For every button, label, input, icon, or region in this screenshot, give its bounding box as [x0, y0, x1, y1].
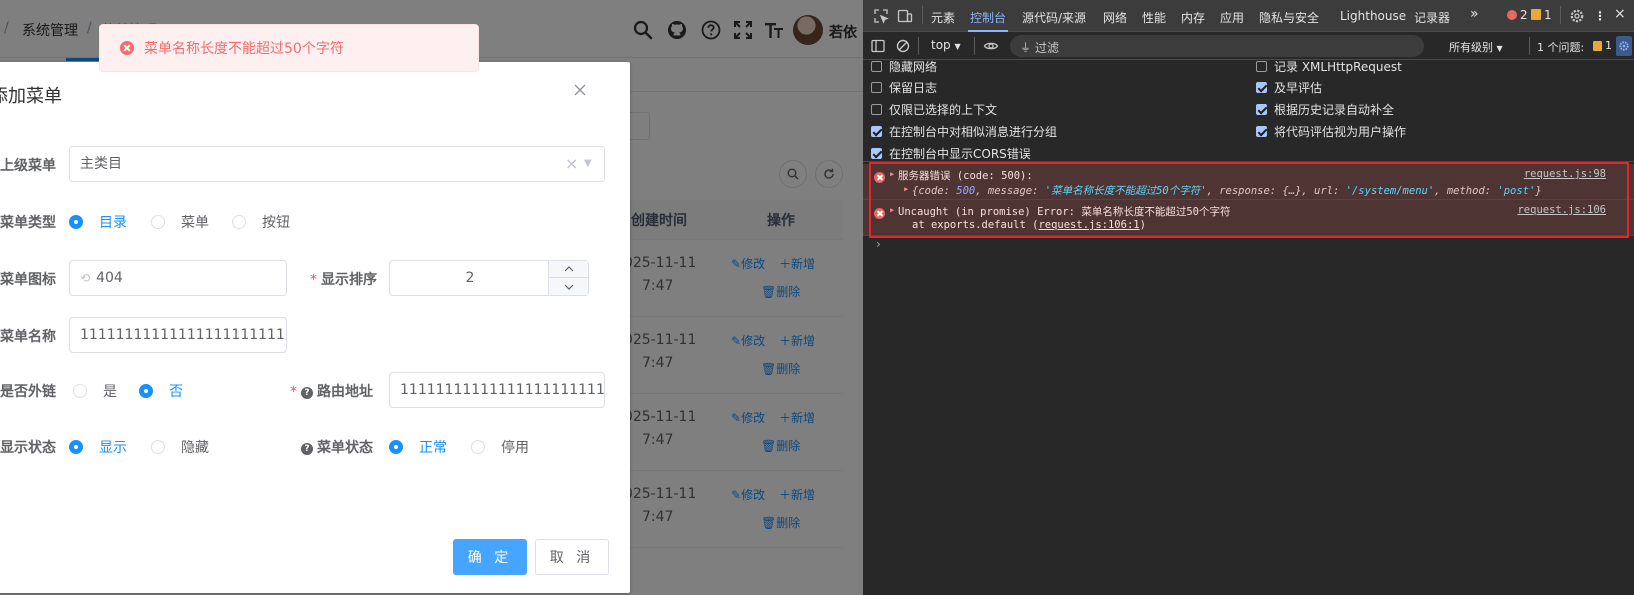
- devtools-tab-bar: 元素 控制台 源代码/来源 网络 性能 内存 应用 隐私与安全 Lighthou…: [863, 0, 1634, 32]
- menu-type-menu-radio[interactable]: 菜单: [151, 212, 209, 232]
- is-frame-no-radio[interactable]: 否: [139, 381, 183, 401]
- preserve-log-option[interactable]: 保留日志: [871, 79, 937, 96]
- status-normal-radio[interactable]: 正常: [389, 437, 447, 457]
- group-similar-option[interactable]: 在控制台中对相似消息进行分组: [871, 123, 1057, 140]
- warning-count[interactable]: 1: [1544, 8, 1552, 22]
- eager-eval-option[interactable]: 及早评估: [1256, 79, 1322, 96]
- checkbox[interactable]: [1256, 82, 1267, 93]
- checkbox[interactable]: [871, 82, 882, 93]
- console-prompt[interactable]: ›: [876, 237, 881, 251]
- tab-elements[interactable]: 元素: [931, 9, 955, 26]
- menu-status-label: ? 菜单状态: [301, 437, 373, 457]
- route-path-label: *? 路由地址: [290, 384, 373, 400]
- close-icon[interactable]: [570, 80, 590, 100]
- toast-text: 菜单名称长度不能超过50个字符: [144, 41, 344, 57]
- log-level-select[interactable]: 所有级别 ▼: [1449, 39, 1503, 55]
- selected-context-only-option[interactable]: 仅限已选择的上下文: [871, 101, 997, 118]
- checkbox[interactable]: [1256, 104, 1267, 115]
- menu-icon-label: 菜单图标: [0, 272, 56, 288]
- more-tabs-icon[interactable]: »: [1470, 6, 1479, 22]
- tab-performance[interactable]: 性能: [1142, 9, 1166, 26]
- checkbox[interactable]: [1256, 126, 1267, 137]
- app-window: / 系统管理 / 菜单管理 若依 创建时间 操作: [0, 0, 863, 595]
- add-menu-dialog: 添加菜单 上级菜单 主类目 × ▼ 菜单类型 目录 菜单 按钮 菜单图标 ⟲40…: [0, 62, 630, 593]
- confirm-button[interactable]: 确 定: [453, 539, 527, 575]
- device-toolbar-icon[interactable]: [897, 8, 913, 24]
- cancel-button[interactable]: 取 消: [535, 539, 609, 575]
- menu-icon-input[interactable]: ⟲ 404: [69, 260, 287, 296]
- question-icon: ?: [301, 387, 313, 399]
- order-label: * 显示排序: [310, 272, 377, 288]
- context-selector[interactable]: top ▼: [931, 38, 961, 52]
- menu-type-button-radio[interactable]: 按钮: [232, 212, 290, 232]
- menu-name-label: 菜单名称: [0, 329, 56, 345]
- checkbox[interactable]: [871, 126, 882, 137]
- tab-memory[interactable]: 内存: [1181, 9, 1205, 26]
- console-toolbar: top ▼ ⏚ 过滤 所有级别 ▼ 1 个问题: 1: [863, 32, 1634, 60]
- checkbox[interactable]: [871, 148, 882, 159]
- inspect-element-icon[interactable]: [873, 8, 889, 24]
- checkbox[interactable]: [871, 61, 882, 72]
- visible-show-radio[interactable]: 显示: [69, 437, 127, 457]
- is-frame-label: 是否外链: [0, 384, 56, 400]
- clear-icon[interactable]: ×: [565, 147, 578, 181]
- order-stepper[interactable]: 2: [389, 260, 589, 296]
- tab-network[interactable]: 网络: [1103, 9, 1127, 26]
- eye-icon[interactable]: [983, 38, 999, 54]
- highlight-box: [869, 162, 1629, 238]
- menu-name-input[interactable]: 1111111111111111111111111111: [69, 317, 287, 353]
- icon-preview-icon: ⟲: [80, 271, 91, 285]
- filter-icon: ⏚: [1020, 41, 1031, 54]
- parent-menu-select[interactable]: 主类目 × ▼: [69, 146, 605, 182]
- status-disabled-radio[interactable]: 停用: [471, 437, 529, 457]
- dialog-title: 添加菜单: [0, 86, 62, 107]
- autocomplete-history-option[interactable]: 根据历史记录自动补全: [1256, 101, 1394, 118]
- parent-menu-label: 上级菜单: [0, 158, 56, 174]
- error-count-icon[interactable]: [1507, 10, 1517, 20]
- sidebar-toggle-icon[interactable]: [870, 38, 886, 54]
- console-settings-icon[interactable]: [1616, 36, 1632, 56]
- hide-network-option[interactable]: 隐藏网络: [871, 58, 937, 75]
- filter-input[interactable]: ⏚ 过滤: [1010, 35, 1424, 57]
- tab-console[interactable]: 控制台: [967, 9, 1009, 32]
- menu-type-directory-radio[interactable]: 目录: [69, 212, 127, 232]
- checkbox[interactable]: [1256, 61, 1267, 72]
- settings-gear-icon[interactable]: [1569, 8, 1585, 24]
- clear-console-icon[interactable]: [895, 38, 911, 54]
- issues-count[interactable]: 1: [1605, 39, 1612, 52]
- warning-count-icon[interactable]: [1531, 9, 1541, 20]
- tab-sources[interactable]: 源代码/来源: [1022, 9, 1086, 26]
- devtools-panel: 元素 控制台 源代码/来源 网络 性能 内存 应用 隐私与安全 Lighthou…: [863, 0, 1634, 595]
- chevron-down-icon[interactable]: ▼: [584, 147, 592, 181]
- error-icon: [120, 41, 134, 55]
- issues-label[interactable]: 1 个问题:: [1537, 39, 1584, 55]
- user-activation-option[interactable]: 将代码评估视为用户操作: [1256, 123, 1406, 140]
- increase-icon[interactable]: [549, 261, 588, 278]
- show-cors-errors-option[interactable]: 在控制台中显示CORS错误: [871, 145, 1031, 162]
- checkbox[interactable]: [871, 104, 882, 115]
- tab-lighthouse[interactable]: Lighthouse: [1340, 9, 1406, 23]
- decrease-icon[interactable]: [549, 278, 588, 295]
- error-message-toast: 菜单名称长度不能超过50个字符: [99, 24, 479, 72]
- visible-hide-radio[interactable]: 隐藏: [151, 437, 209, 457]
- is-frame-yes-radio[interactable]: 是: [73, 381, 117, 401]
- close-icon[interactable]: ×: [1614, 6, 1626, 22]
- menu-type-label: 菜单类型: [0, 215, 56, 231]
- error-count[interactable]: 2: [1520, 8, 1528, 22]
- log-xhr-option[interactable]: 记录 XMLHttpRequest: [1256, 58, 1402, 75]
- visible-label: 显示状态: [0, 440, 56, 456]
- tab-privacy-security[interactable]: 隐私与安全: [1259, 9, 1319, 26]
- issue-icon[interactable]: [1593, 41, 1602, 51]
- tab-application[interactable]: 应用: [1220, 9, 1244, 26]
- question-icon: ?: [301, 443, 313, 455]
- route-path-input[interactable]: 11111111111111111111111: [389, 372, 605, 408]
- more-options-icon[interactable]: ⋮: [1594, 9, 1606, 23]
- tab-recorder[interactable]: 记录器: [1414, 9, 1450, 26]
